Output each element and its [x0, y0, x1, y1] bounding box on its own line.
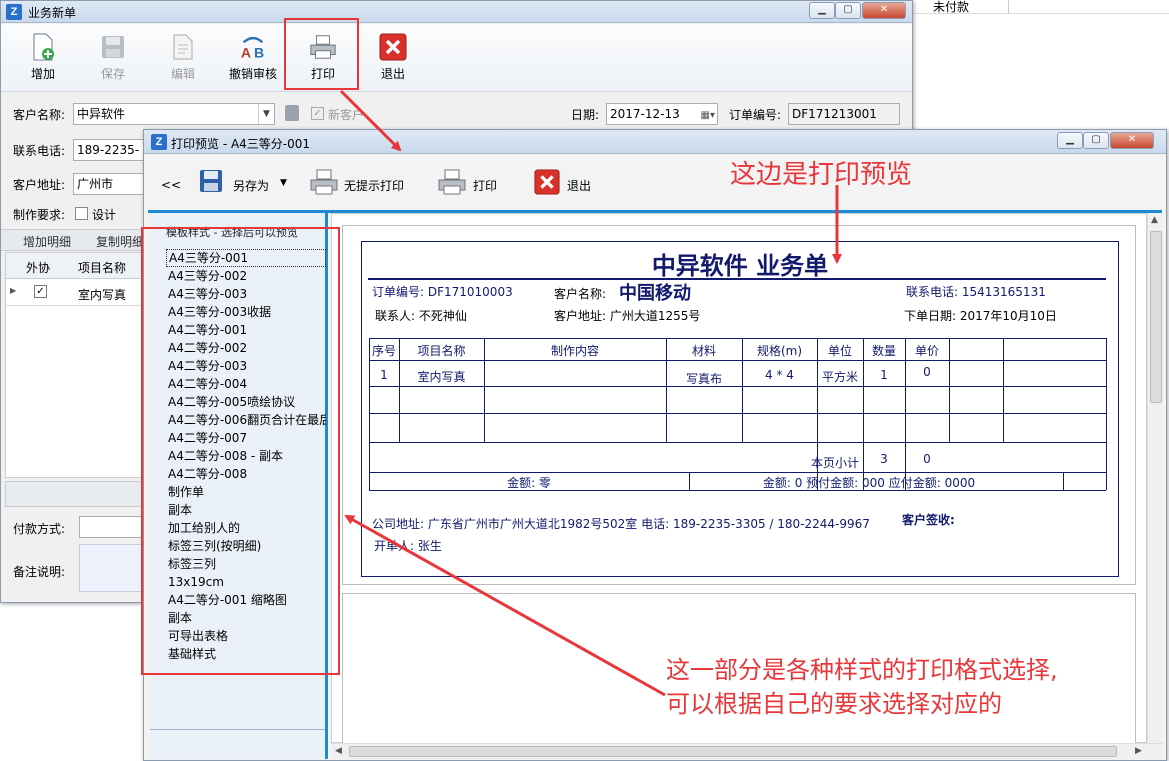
template-annotation-line2: 可以根据自己的要求选择对应的 [666, 690, 1002, 718]
template-annotation-line1: 这一部分是各种样式的打印格式选择, [666, 656, 1058, 684]
arrow-note-to-template-list [344, 514, 666, 697]
preview-annotation: 这边是打印预览 [730, 160, 913, 190]
annotation-arrows [339, 89, 842, 697]
arrow-print-to-preview [339, 89, 402, 152]
